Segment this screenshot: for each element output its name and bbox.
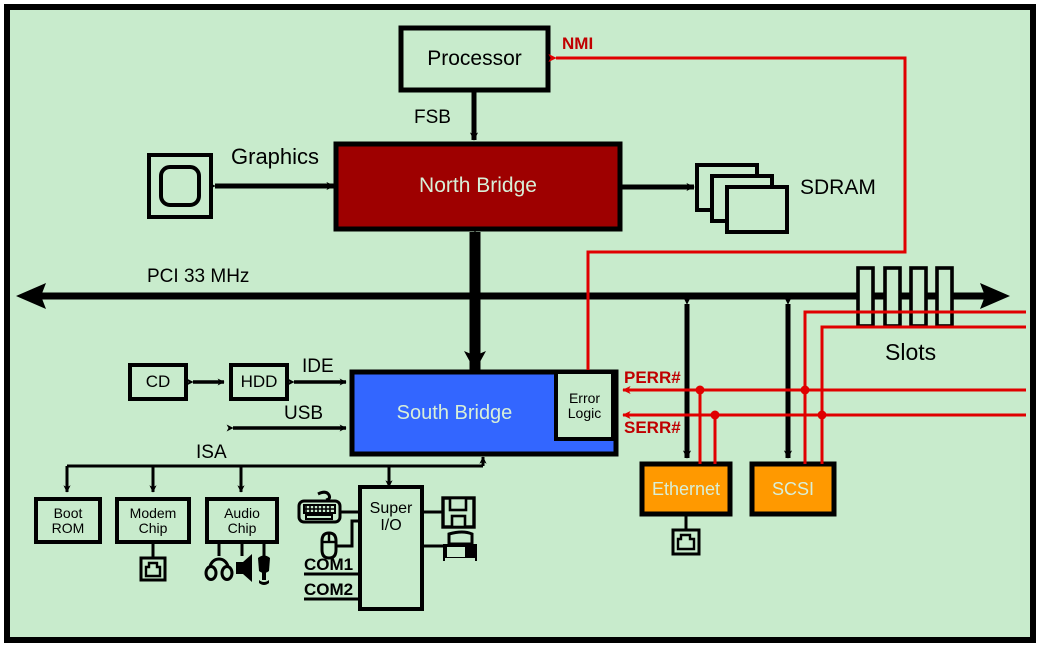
cd-label: CD [145,372,171,392]
com2-label: COM2 [304,580,354,599]
south-bridge-label: South Bridge [396,401,513,424]
diagram-canvas [4,4,1036,643]
usb-label: USB [284,403,324,424]
error-logic-label: Error Logic [567,389,602,421]
processor-label: Processor [427,46,522,70]
nmi-label: NMI [562,34,594,53]
scsi-label: SCSI [771,478,814,499]
printer-icon [443,530,477,561]
boot-rom-label: Boot ROM [51,504,85,536]
fsb-label: FSB [414,107,451,128]
floppy-drive-icon [441,496,476,529]
memory-stack-icon [695,163,789,234]
diagram-root: Processor North Bridge South Bridge Erro… [0,0,1040,647]
pci-bus-label: PCI 33 MHz [147,266,250,287]
isa-label: ISA [196,442,227,463]
serr-label: SERR# [624,418,681,437]
north-bridge-label: North Bridge [419,174,537,198]
sdram-label: SDRAM [800,176,876,199]
modem-chip-label: Modem Chip [129,504,177,536]
ethernet-label: Ethernet [651,478,721,499]
graphics-label: Graphics [231,144,320,169]
diagram-frame [4,4,1036,643]
ide-label: IDE [302,356,334,377]
audio-chip-label: Audio Chip [224,504,260,536]
slots-label: Slots [885,339,937,365]
com1-label: COM1 [304,555,354,574]
super-io-label: Super I/O [369,500,413,534]
monitor-icon [147,153,213,219]
perr-label: PERR# [624,368,681,387]
hdd-label: HDD [240,372,278,392]
